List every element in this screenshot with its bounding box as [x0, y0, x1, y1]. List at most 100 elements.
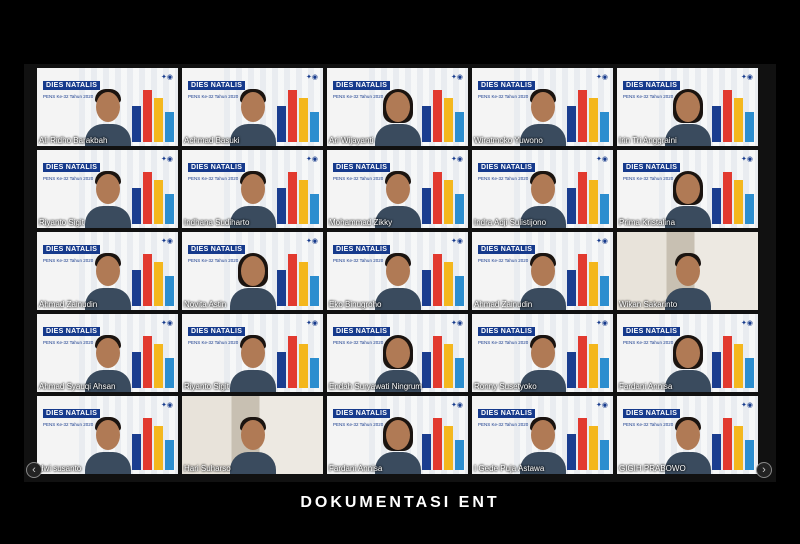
- participant-name: Ahmad Syauqi Ahsan: [39, 382, 116, 391]
- background-graphic: [422, 254, 464, 306]
- participant-video: [229, 248, 276, 310]
- participant-tile[interactable]: Wikan Sakarinto: [617, 232, 758, 310]
- participant-name: dwi susanto: [39, 464, 82, 473]
- participant-name: Wiratmoko Yuwono: [474, 136, 543, 145]
- participant-name: Indhana Sudiharto: [184, 218, 250, 227]
- participant-name: Fardani Annisa: [619, 382, 673, 391]
- participant-tile[interactable]: DIES NATALIS PENS Ke-32 Tahun 2020 ✦◉ Ahmad…: [472, 232, 613, 310]
- background-graphic: [712, 172, 754, 224]
- participant-tile[interactable]: DIES NATALIS PENS Ke-32 Tahun 2020 ✦◉ Achma…: [182, 68, 323, 146]
- event-logo-icon: ✦◉: [596, 320, 608, 327]
- caption: DOKUMENTASI ENT: [300, 494, 500, 511]
- video-grid: DIES NATALIS PENS Ke-32 Tahun 2020 ✦◉ Ali R…: [24, 64, 776, 482]
- participant-name: Riyanto Sigit: [39, 218, 84, 227]
- participant-tile[interactable]: DIES NATALIS PENS Ke-32 Tahun 2020 ✦◉ Riyan…: [182, 314, 323, 392]
- participant-tile[interactable]: DIES NATALIS PENS Ke-32 Tahun 2020 ✦◉ dwi s…: [37, 396, 178, 474]
- event-logo-icon: ✦◉: [451, 74, 463, 81]
- participant-tile[interactable]: DIES NATALIS PENS Ke-32 Tahun 2020 ✦◉ Ahmad…: [37, 232, 178, 310]
- participant-tile[interactable]: DIES NATALIS PENS Ke-32 Tahun 2020 ✦◉ Indra…: [472, 150, 613, 228]
- participant-name: Achmad Basuki: [184, 136, 240, 145]
- event-logo-icon: ✦◉: [741, 156, 753, 163]
- participant-name: Novita Astin: [184, 300, 227, 309]
- participant-tile[interactable]: DIES NATALIS PENS Ke-32 Tahun 2020 ✦◉ Ari W…: [327, 68, 468, 146]
- background-graphic: [712, 418, 754, 470]
- event-logo-icon: ✦◉: [741, 74, 753, 81]
- background-graphic: [277, 254, 319, 306]
- event-logo-icon: ✦◉: [596, 156, 608, 163]
- participant-name: Wikan Sakarinto: [619, 300, 678, 309]
- event-logo-icon: ✦◉: [161, 156, 173, 163]
- participant-tile[interactable]: DIES NATALIS PENS Ke-32 Tahun 2020 ✦◉ Farda…: [617, 314, 758, 392]
- background-graphic: [567, 418, 609, 470]
- previous-page-button[interactable]: ‹: [26, 462, 42, 478]
- participant-tile[interactable]: DIES NATALIS PENS Ke-32 Tahun 2020 ✦◉ GIGIH…: [617, 396, 758, 474]
- background-graphic: [132, 90, 174, 142]
- background-graphic: [132, 254, 174, 306]
- participant-name: Ahmad Zainudin: [474, 300, 533, 309]
- event-logo-icon: ✦◉: [741, 402, 753, 409]
- participant-tile[interactable]: DIES NATALIS PENS Ke-32 Tahun 2020 ✦◉ I Ged…: [472, 396, 613, 474]
- participant-tile[interactable]: Hari Suharso: [182, 396, 323, 474]
- participant-video: [84, 412, 131, 474]
- background-graphic: [422, 172, 464, 224]
- participant-tile[interactable]: DIES NATALIS PENS Ke-32 Tahun 2020 ✦◉ Ahmad…: [37, 314, 178, 392]
- event-logo-icon: ✦◉: [161, 402, 173, 409]
- background-graphic: [277, 336, 319, 388]
- event-logo-icon: ✦◉: [596, 402, 608, 409]
- participant-name: Ronny Susetyoko: [474, 382, 537, 391]
- event-logo-icon: ✦◉: [596, 74, 608, 81]
- participant-tile[interactable]: DIES NATALIS PENS Ke-32 Tahun 2020 ✦◉ Riyan…: [37, 150, 178, 228]
- participant-name: Ahmad Zainudin: [39, 300, 98, 309]
- event-logo-icon: ✦◉: [306, 320, 318, 327]
- background-graphic: [132, 172, 174, 224]
- background-graphic: [567, 172, 609, 224]
- participant-name: Hari Suharso: [184, 464, 231, 473]
- event-logo-icon: ✦◉: [451, 238, 463, 245]
- participant-video: [229, 330, 276, 392]
- background-graphic: [422, 90, 464, 142]
- background-graphic: [132, 418, 174, 470]
- participant-name: Indra Adji Sulistijono: [474, 218, 547, 227]
- participant-tile[interactable]: DIES NATALIS PENS Ke-32 Tahun 2020 ✦◉ Moham…: [327, 150, 468, 228]
- participant-tile[interactable]: DIES NATALIS PENS Ke-32 Tahun 2020 ✦◉ Eko B…: [327, 232, 468, 310]
- participant-tile[interactable]: DIES NATALIS PENS Ke-32 Tahun 2020 ✦◉ Irin …: [617, 68, 758, 146]
- participant-tile[interactable]: DIES NATALIS PENS Ke-32 Tahun 2020 ✦◉ Novit…: [182, 232, 323, 310]
- participant-tile[interactable]: DIES NATALIS PENS Ke-32 Tahun 2020 ✦◉ Endah…: [327, 314, 468, 392]
- participant-video: [374, 84, 421, 146]
- background-graphic: [277, 90, 319, 142]
- event-logo-icon: ✦◉: [306, 238, 318, 245]
- participant-name: Ali Ridho Barakbah: [39, 136, 108, 145]
- participant-tile[interactable]: DIES NATALIS PENS Ke-32 Tahun 2020 ✦◉ Ronny…: [472, 314, 613, 392]
- event-logo-icon: ✦◉: [161, 320, 173, 327]
- participant-video: [84, 166, 131, 228]
- participant-name: Fardani Annisa: [329, 464, 383, 473]
- participant-video: [229, 412, 276, 474]
- event-logo-icon: ✦◉: [596, 238, 608, 245]
- participant-tile[interactable]: DIES NATALIS PENS Ke-32 Tahun 2020 ✦◉ Indha…: [182, 150, 323, 228]
- background-graphic: [132, 336, 174, 388]
- event-logo-icon: ✦◉: [451, 156, 463, 163]
- participant-tile[interactable]: DIES NATALIS PENS Ke-32 Tahun 2020 ✦◉ Ali R…: [37, 68, 178, 146]
- participant-name: Riyanto Sigit: [184, 382, 229, 391]
- event-logo-icon: ✦◉: [451, 402, 463, 409]
- participant-name: Prima Kristalina: [619, 218, 676, 227]
- participant-tile[interactable]: DIES NATALIS PENS Ke-32 Tahun 2020 ✦◉ Wirat…: [472, 68, 613, 146]
- participant-name: Mohammad Zikky: [329, 218, 393, 227]
- background-graphic: [422, 336, 464, 388]
- event-logo-icon: ✦◉: [161, 74, 173, 81]
- event-logo-icon: ✦◉: [306, 74, 318, 81]
- participant-name: Endah Suryawati Ningrum: [329, 382, 422, 391]
- background-graphic: [712, 90, 754, 142]
- next-page-button[interactable]: ›: [756, 462, 772, 478]
- participant-name: Ari Wijayanti: [329, 136, 374, 145]
- event-logo-icon: ✦◉: [451, 320, 463, 327]
- participant-name: Eko Binugroho: [329, 300, 382, 309]
- background-graphic: [567, 336, 609, 388]
- background-graphic: [277, 172, 319, 224]
- participant-name: GIGIH PRABOWO: [619, 464, 686, 473]
- event-logo-icon: ✦◉: [306, 156, 318, 163]
- participant-tile[interactable]: DIES NATALIS PENS Ke-32 Tahun 2020 ✦◉ Prima…: [617, 150, 758, 228]
- event-logo-icon: ✦◉: [161, 238, 173, 245]
- participant-tile[interactable]: DIES NATALIS PENS Ke-32 Tahun 2020 ✦◉ Farda…: [327, 396, 468, 474]
- background-graphic: [422, 418, 464, 470]
